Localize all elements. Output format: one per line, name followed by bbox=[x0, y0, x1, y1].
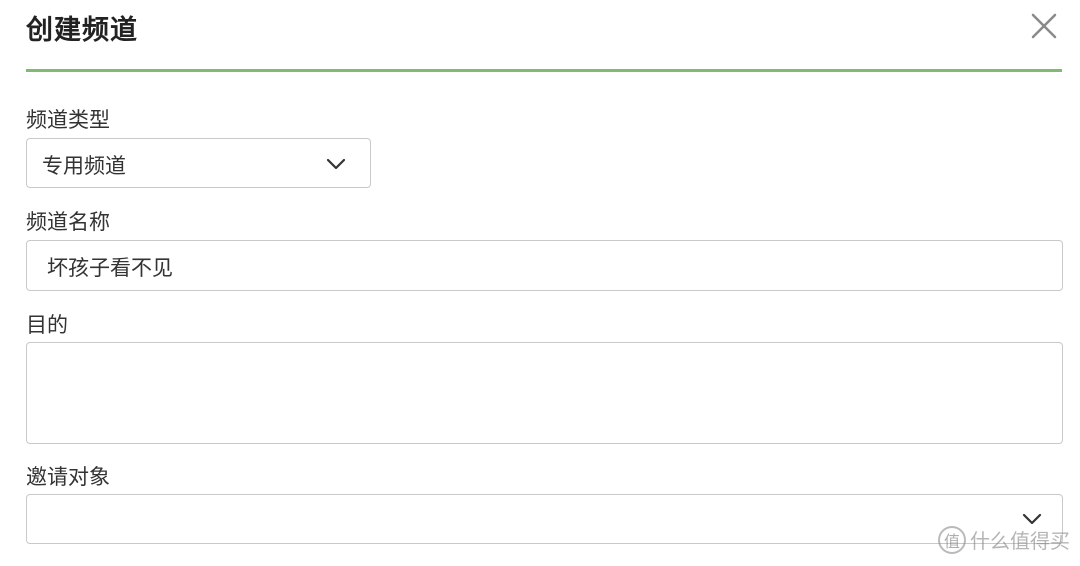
dialog-header: 创建频道 bbox=[26, 0, 1062, 72]
channel-type-select[interactable]: 专用频道 bbox=[26, 138, 371, 188]
channel-name-label: 频道名称 bbox=[26, 210, 110, 234]
invite-label: 邀请对象 bbox=[26, 465, 110, 489]
channel-type-label: 频道类型 bbox=[26, 108, 110, 132]
chevron-down-icon bbox=[326, 158, 346, 170]
channel-type-value: 专用频道 bbox=[42, 154, 126, 178]
chevron-down-icon bbox=[1022, 513, 1042, 525]
dialog-title: 创建频道 bbox=[26, 15, 138, 46]
create-channel-dialog: 创建频道 频道类型 专用频道 频道名称 坏孩子看不见 目的 邀请对象 值 什么值 bbox=[0, 0, 1080, 566]
watermark-logo-icon: 值 bbox=[938, 525, 966, 554]
purpose-label: 目的 bbox=[26, 313, 68, 337]
purpose-textarea[interactable] bbox=[26, 342, 1063, 444]
channel-name-input[interactable]: 坏孩子看不见 bbox=[26, 240, 1063, 291]
invite-select[interactable] bbox=[26, 494, 1063, 544]
watermark: 值 什么值得买 bbox=[938, 525, 1070, 554]
close-icon bbox=[1031, 13, 1057, 39]
close-button[interactable] bbox=[1026, 8, 1062, 44]
watermark-text: 什么值得买 bbox=[970, 529, 1070, 553]
channel-name-value: 坏孩子看不见 bbox=[47, 256, 173, 280]
